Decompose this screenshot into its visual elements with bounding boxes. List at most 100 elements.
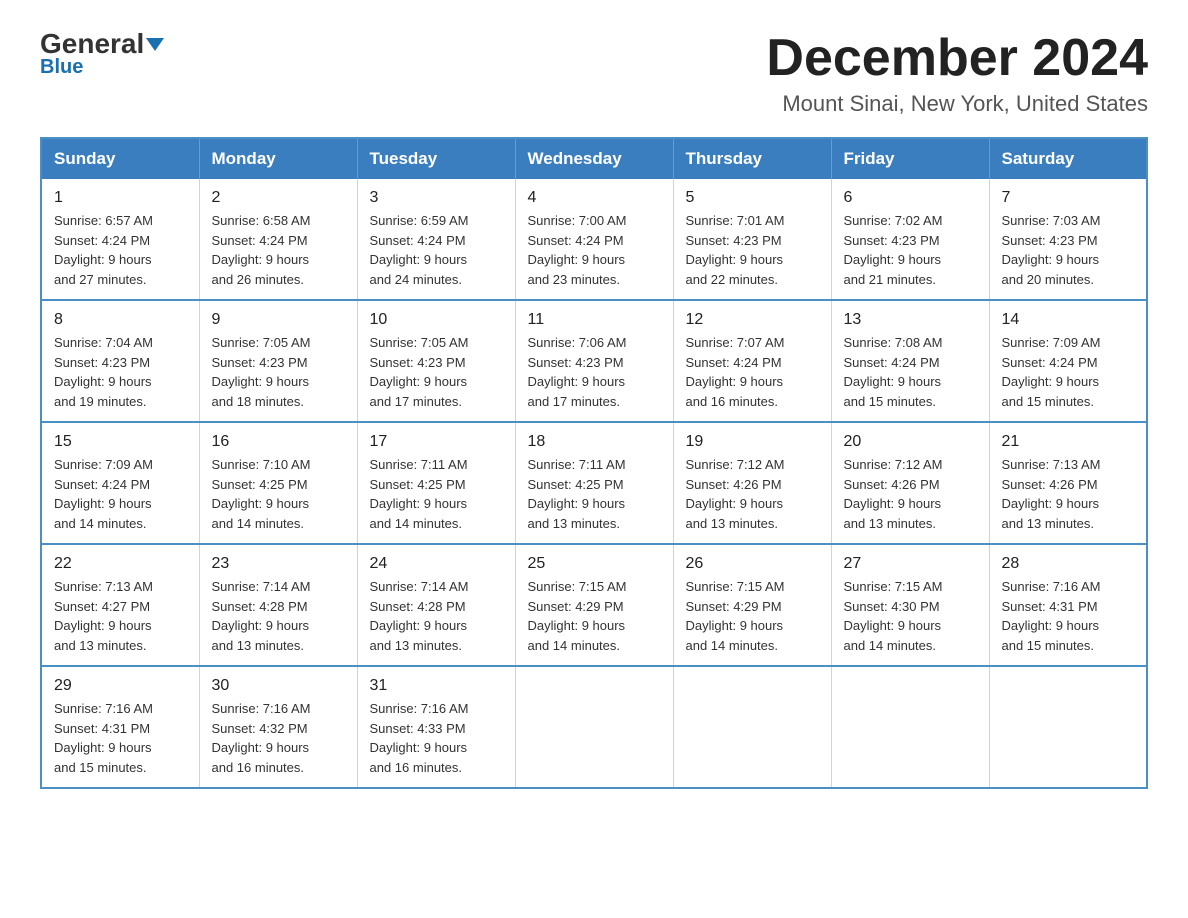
calendar-cell: 11 Sunrise: 7:06 AMSunset: 4:23 PMDaylig…: [515, 300, 673, 422]
day-of-week-header: Friday: [831, 138, 989, 179]
logo: General Blue: [40, 30, 164, 79]
day-of-week-header: Thursday: [673, 138, 831, 179]
day-info: Sunrise: 7:00 AMSunset: 4:24 PMDaylight:…: [528, 211, 661, 289]
calendar-cell: [515, 666, 673, 788]
day-number: 17: [370, 433, 503, 451]
calendar-cell: 18 Sunrise: 7:11 AMSunset: 4:25 PMDaylig…: [515, 422, 673, 544]
day-number: 25: [528, 555, 661, 573]
calendar-cell: 12 Sunrise: 7:07 AMSunset: 4:24 PMDaylig…: [673, 300, 831, 422]
day-number: 22: [54, 555, 187, 573]
day-info: Sunrise: 7:09 AMSunset: 4:24 PMDaylight:…: [1002, 333, 1135, 411]
day-number: 12: [686, 311, 819, 329]
calendar-cell: 9 Sunrise: 7:05 AMSunset: 4:23 PMDayligh…: [199, 300, 357, 422]
calendar-cell: 13 Sunrise: 7:08 AMSunset: 4:24 PMDaylig…: [831, 300, 989, 422]
day-info: Sunrise: 7:13 AMSunset: 4:27 PMDaylight:…: [54, 577, 187, 655]
calendar-cell: 10 Sunrise: 7:05 AMSunset: 4:23 PMDaylig…: [357, 300, 515, 422]
day-number: 24: [370, 555, 503, 573]
day-info: Sunrise: 7:12 AMSunset: 4:26 PMDaylight:…: [686, 455, 819, 533]
day-number: 11: [528, 311, 661, 329]
day-info: Sunrise: 7:13 AMSunset: 4:26 PMDaylight:…: [1002, 455, 1135, 533]
day-number: 8: [54, 311, 187, 329]
day-info: Sunrise: 6:58 AMSunset: 4:24 PMDaylight:…: [212, 211, 345, 289]
day-of-week-header: Saturday: [989, 138, 1147, 179]
day-info: Sunrise: 7:16 AMSunset: 4:33 PMDaylight:…: [370, 699, 503, 777]
calendar-cell: [989, 666, 1147, 788]
day-number: 20: [844, 433, 977, 451]
day-info: Sunrise: 7:05 AMSunset: 4:23 PMDaylight:…: [370, 333, 503, 411]
calendar-cell: 3 Sunrise: 6:59 AMSunset: 4:24 PMDayligh…: [357, 179, 515, 300]
calendar-cell: 25 Sunrise: 7:15 AMSunset: 4:29 PMDaylig…: [515, 544, 673, 666]
day-info: Sunrise: 7:05 AMSunset: 4:23 PMDaylight:…: [212, 333, 345, 411]
calendar-cell: 15 Sunrise: 7:09 AMSunset: 4:24 PMDaylig…: [41, 422, 199, 544]
day-info: Sunrise: 7:16 AMSunset: 4:31 PMDaylight:…: [54, 699, 187, 777]
day-info: Sunrise: 6:59 AMSunset: 4:24 PMDaylight:…: [370, 211, 503, 289]
day-info: Sunrise: 7:16 AMSunset: 4:32 PMDaylight:…: [212, 699, 345, 777]
day-of-week-header: Tuesday: [357, 138, 515, 179]
calendar-cell: 23 Sunrise: 7:14 AMSunset: 4:28 PMDaylig…: [199, 544, 357, 666]
day-info: Sunrise: 7:09 AMSunset: 4:24 PMDaylight:…: [54, 455, 187, 533]
day-number: 4: [528, 189, 661, 207]
day-info: Sunrise: 7:08 AMSunset: 4:24 PMDaylight:…: [844, 333, 977, 411]
day-number: 9: [212, 311, 345, 329]
day-number: 23: [212, 555, 345, 573]
calendar-cell: 22 Sunrise: 7:13 AMSunset: 4:27 PMDaylig…: [41, 544, 199, 666]
calendar-week-row: 1 Sunrise: 6:57 AMSunset: 4:24 PMDayligh…: [41, 179, 1147, 300]
day-number: 5: [686, 189, 819, 207]
calendar-cell: 19 Sunrise: 7:12 AMSunset: 4:26 PMDaylig…: [673, 422, 831, 544]
calendar-cell: 24 Sunrise: 7:14 AMSunset: 4:28 PMDaylig…: [357, 544, 515, 666]
calendar-cell: 27 Sunrise: 7:15 AMSunset: 4:30 PMDaylig…: [831, 544, 989, 666]
calendar-cell: 2 Sunrise: 6:58 AMSunset: 4:24 PMDayligh…: [199, 179, 357, 300]
calendar-week-row: 22 Sunrise: 7:13 AMSunset: 4:27 PMDaylig…: [41, 544, 1147, 666]
calendar-cell: 17 Sunrise: 7:11 AMSunset: 4:25 PMDaylig…: [357, 422, 515, 544]
day-of-week-header: Wednesday: [515, 138, 673, 179]
day-info: Sunrise: 7:02 AMSunset: 4:23 PMDaylight:…: [844, 211, 977, 289]
day-info: Sunrise: 7:12 AMSunset: 4:26 PMDaylight:…: [844, 455, 977, 533]
day-info: Sunrise: 7:11 AMSunset: 4:25 PMDaylight:…: [370, 455, 503, 533]
calendar-week-row: 29 Sunrise: 7:16 AMSunset: 4:31 PMDaylig…: [41, 666, 1147, 788]
day-number: 3: [370, 189, 503, 207]
day-info: Sunrise: 7:10 AMSunset: 4:25 PMDaylight:…: [212, 455, 345, 533]
day-number: 6: [844, 189, 977, 207]
day-number: 10: [370, 311, 503, 329]
day-info: Sunrise: 7:15 AMSunset: 4:29 PMDaylight:…: [686, 577, 819, 655]
calendar-cell: [831, 666, 989, 788]
day-number: 31: [370, 677, 503, 695]
day-info: Sunrise: 7:14 AMSunset: 4:28 PMDaylight:…: [212, 577, 345, 655]
day-number: 28: [1002, 555, 1135, 573]
day-number: 21: [1002, 433, 1135, 451]
calendar-cell: [673, 666, 831, 788]
day-info: Sunrise: 6:57 AMSunset: 4:24 PMDaylight:…: [54, 211, 187, 289]
day-number: 13: [844, 311, 977, 329]
day-info: Sunrise: 7:14 AMSunset: 4:28 PMDaylight:…: [370, 577, 503, 655]
calendar-cell: 7 Sunrise: 7:03 AMSunset: 4:23 PMDayligh…: [989, 179, 1147, 300]
calendar-week-row: 8 Sunrise: 7:04 AMSunset: 4:23 PMDayligh…: [41, 300, 1147, 422]
logo-blue: Blue: [40, 56, 83, 79]
day-number: 16: [212, 433, 345, 451]
day-number: 27: [844, 555, 977, 573]
day-number: 26: [686, 555, 819, 573]
day-info: Sunrise: 7:15 AMSunset: 4:30 PMDaylight:…: [844, 577, 977, 655]
day-info: Sunrise: 7:01 AMSunset: 4:23 PMDaylight:…: [686, 211, 819, 289]
calendar-header-row: SundayMondayTuesdayWednesdayThursdayFrid…: [41, 138, 1147, 179]
day-info: Sunrise: 7:04 AMSunset: 4:23 PMDaylight:…: [54, 333, 187, 411]
day-number: 18: [528, 433, 661, 451]
day-number: 2: [212, 189, 345, 207]
logo-text: General: [40, 30, 164, 58]
day-info: Sunrise: 7:06 AMSunset: 4:23 PMDaylight:…: [528, 333, 661, 411]
day-info: Sunrise: 7:03 AMSunset: 4:23 PMDaylight:…: [1002, 211, 1135, 289]
day-number: 7: [1002, 189, 1135, 207]
calendar-cell: 20 Sunrise: 7:12 AMSunset: 4:26 PMDaylig…: [831, 422, 989, 544]
calendar-cell: 14 Sunrise: 7:09 AMSunset: 4:24 PMDaylig…: [989, 300, 1147, 422]
page-header: General Blue December 2024 Mount Sinai, …: [40, 30, 1148, 117]
day-number: 30: [212, 677, 345, 695]
title-block: December 2024 Mount Sinai, New York, Uni…: [766, 30, 1148, 117]
calendar-cell: 21 Sunrise: 7:13 AMSunset: 4:26 PMDaylig…: [989, 422, 1147, 544]
calendar-cell: 31 Sunrise: 7:16 AMSunset: 4:33 PMDaylig…: [357, 666, 515, 788]
calendar-cell: 1 Sunrise: 6:57 AMSunset: 4:24 PMDayligh…: [41, 179, 199, 300]
day-number: 19: [686, 433, 819, 451]
day-info: Sunrise: 7:07 AMSunset: 4:24 PMDaylight:…: [686, 333, 819, 411]
day-info: Sunrise: 7:11 AMSunset: 4:25 PMDaylight:…: [528, 455, 661, 533]
calendar-cell: 6 Sunrise: 7:02 AMSunset: 4:23 PMDayligh…: [831, 179, 989, 300]
day-of-week-header: Sunday: [41, 138, 199, 179]
calendar-cell: 30 Sunrise: 7:16 AMSunset: 4:32 PMDaylig…: [199, 666, 357, 788]
